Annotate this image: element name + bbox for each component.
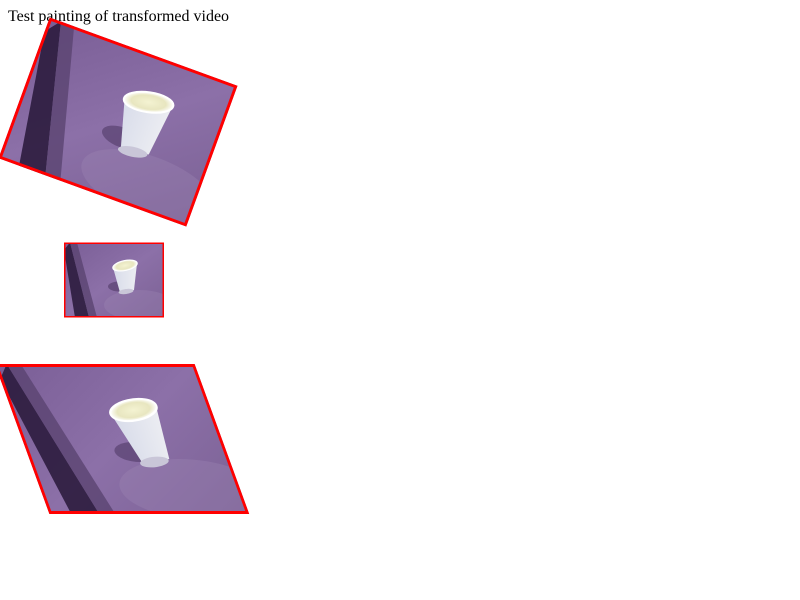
- rotated-video[interactable]: [0, 17, 238, 227]
- video-frame-image: [0, 17, 238, 227]
- scaled-video[interactable]: [64, 242, 164, 318]
- video-frame-image: [0, 364, 250, 514]
- skewed-video[interactable]: [0, 364, 250, 514]
- video-frame-image: [64, 242, 164, 318]
- page-title: Test painting of transformed video: [8, 8, 230, 25]
